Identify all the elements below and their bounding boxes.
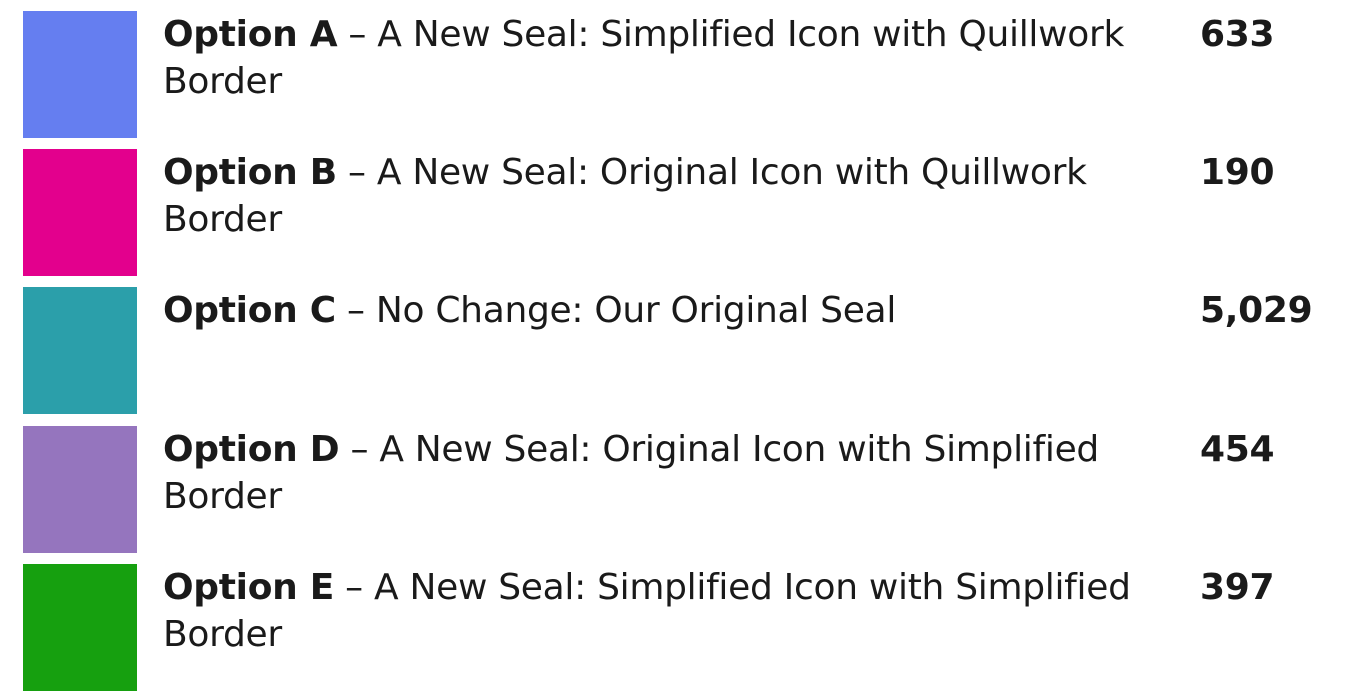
option-name: Option E xyxy=(163,567,335,608)
legend-label-option-d: Option D – A New Seal: Original Icon wit… xyxy=(163,426,1173,520)
legend-label-option-c: Option C – No Change: Our Original Seal xyxy=(163,287,1173,334)
vote-count-option-d: 454 xyxy=(1200,429,1275,470)
legend-label-option-e: Option E – A New Seal: Simplified Icon w… xyxy=(163,564,1173,658)
option-name: Option A xyxy=(163,14,338,55)
vote-count-option-c: 5,029 xyxy=(1200,290,1313,331)
option-description: No Change: Our Original Seal xyxy=(375,290,897,331)
vote-count-option-b: 190 xyxy=(1200,152,1275,193)
option-name: Option B xyxy=(163,152,337,193)
vote-count-option-e: 397 xyxy=(1200,567,1275,608)
option-name: Option C xyxy=(163,290,336,331)
label-separator: – xyxy=(337,14,378,55)
label-separator: – xyxy=(336,152,377,193)
legend-label-option-a: Option A – A New Seal: Simplified Icon w… xyxy=(163,11,1173,105)
vote-results-legend: Option A – A New Seal: Simplified Icon w… xyxy=(0,0,1361,692)
option-name: Option D xyxy=(163,429,340,470)
color-swatch-option-d xyxy=(23,426,137,553)
label-separator: – xyxy=(334,567,375,608)
color-swatch-option-c xyxy=(23,287,137,414)
label-separator: – xyxy=(339,429,380,470)
legend-label-option-b: Option B – A New Seal: Original Icon wit… xyxy=(163,149,1173,243)
vote-count-option-a: 633 xyxy=(1200,14,1275,55)
color-swatch-option-b xyxy=(23,149,137,276)
label-separator: – xyxy=(335,290,376,331)
color-swatch-option-a xyxy=(23,11,137,138)
color-swatch-option-e xyxy=(23,564,137,691)
